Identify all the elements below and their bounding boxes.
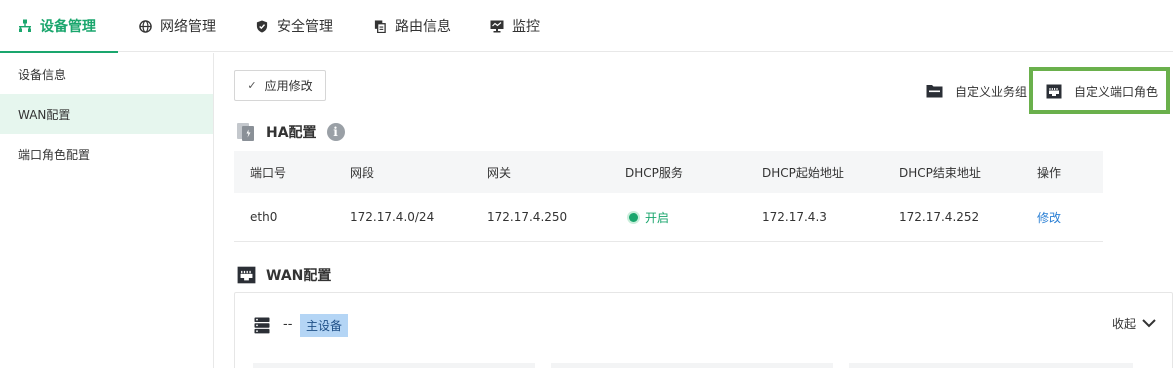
custom-business-group-label: 自定义业务组 — [955, 84, 1028, 99]
column-header: 网关 — [487, 165, 512, 180]
wan-card-header: -- 主设备 收起 — [235, 293, 1172, 357]
sidebar-item-wan-config[interactable]: WAN配置 — [0, 94, 213, 134]
config-field-placeholder — [551, 363, 833, 368]
column-header: DHCP服务 — [625, 165, 683, 180]
wan-device-card: -- 主设备 收起 — [234, 292, 1173, 368]
wan-title-text: WAN配置 — [266, 268, 332, 284]
dhcp-start-cell: 172.17.4.3 — [762, 210, 827, 224]
sidebar-item-device-info[interactable]: 设备信息 — [0, 54, 213, 94]
status-dot-icon — [629, 212, 638, 222]
apply-changes-label: 应用修改 — [264, 79, 313, 93]
column-header: 操作 — [1037, 165, 1062, 180]
edit-link[interactable]: 修改 — [1037, 193, 1061, 241]
wan-section-title: WAN配置 — [236, 265, 331, 285]
column-header: DHCP结束地址 — [899, 165, 981, 180]
highlight-frame — [1029, 67, 1170, 114]
tab-label: 路由信息 — [395, 19, 451, 35]
tab-label: 设备管理 — [40, 19, 96, 35]
dhcp-status-cell: 开启 — [629, 193, 669, 241]
device-name: -- — [283, 317, 293, 332]
server-icon — [254, 317, 270, 334]
network-device-icon — [18, 19, 32, 33]
globe-icon — [138, 19, 152, 33]
main-device-badge: 主设备 — [300, 314, 349, 337]
tab-network-management[interactable]: 网络管理 — [138, 0, 216, 52]
config-field-placeholder — [253, 363, 535, 368]
sidebar: 设备信息 WAN配置 端口角色配置 — [0, 53, 214, 368]
column-header: 端口号 — [250, 165, 287, 180]
info-icon[interactable]: i — [326, 123, 345, 141]
dhcp-end-cell: 172.17.4.252 — [899, 210, 980, 224]
collapse-label: 收起 — [1111, 317, 1136, 331]
ha-config-table: 端口号 网段 网关 DHCP服务 DHCP起始地址 DHCP结束地址 操作 et… — [234, 151, 1103, 242]
sidebar-item-port-role-config[interactable]: 端口角色配置 — [0, 134, 213, 174]
apply-changes-button[interactable]: ✓ 应用修改 — [234, 70, 326, 101]
tab-monitor[interactable]: 监控 — [490, 0, 540, 52]
ha-device-icon — [236, 122, 256, 142]
column-header: DHCP起始地址 — [762, 165, 844, 180]
sidebar-item-label: WAN配置 — [18, 107, 71, 122]
config-field-placeholder — [849, 363, 1133, 368]
shield-icon — [255, 19, 269, 33]
sidebar-item-label: 设备信息 — [18, 67, 67, 82]
tab-device-management[interactable]: 设备管理 — [0, 0, 118, 53]
tab-route-info[interactable]: 路由信息 — [373, 0, 451, 52]
tab-label: 安全管理 — [277, 19, 333, 35]
sidebar-item-label: 端口角色配置 — [18, 147, 91, 162]
folder-icon — [926, 84, 943, 98]
table-header: 端口号 网段 网关 DHCP服务 DHCP起始地址 DHCP结束地址 操作 — [234, 151, 1103, 193]
table-row: eth0 172.17.4.0/24 172.17.4.250 开启 172.1… — [234, 193, 1103, 242]
top-nav: 设备管理 网络管理 安全管理 路由信息 监控 — [0, 0, 1173, 53]
chevron-down-icon — [1142, 317, 1156, 331]
route-copy-icon — [373, 19, 387, 33]
gateway-cell: 172.17.4.250 — [487, 210, 568, 224]
check-icon: ✓ — [247, 79, 257, 92]
dhcp-status-text: 开启 — [645, 210, 670, 225]
port-cell: eth0 — [250, 210, 278, 224]
ha-section-title: HA配置 i — [236, 122, 345, 142]
custom-business-group-link[interactable]: 自定义业务组 — [926, 80, 1027, 102]
ha-title-text: HA配置 — [266, 125, 317, 141]
collapse-button[interactable]: 收起 — [1112, 315, 1156, 332]
tab-security-management[interactable]: 安全管理 — [255, 0, 333, 52]
tab-label: 监控 — [512, 19, 540, 35]
tab-label: 网络管理 — [160, 19, 216, 35]
ethernet-port-icon — [236, 265, 256, 285]
monitor-icon — [490, 19, 504, 33]
subnet-cell: 172.17.4.0/24 — [350, 210, 435, 224]
column-header: 网段 — [350, 165, 375, 180]
